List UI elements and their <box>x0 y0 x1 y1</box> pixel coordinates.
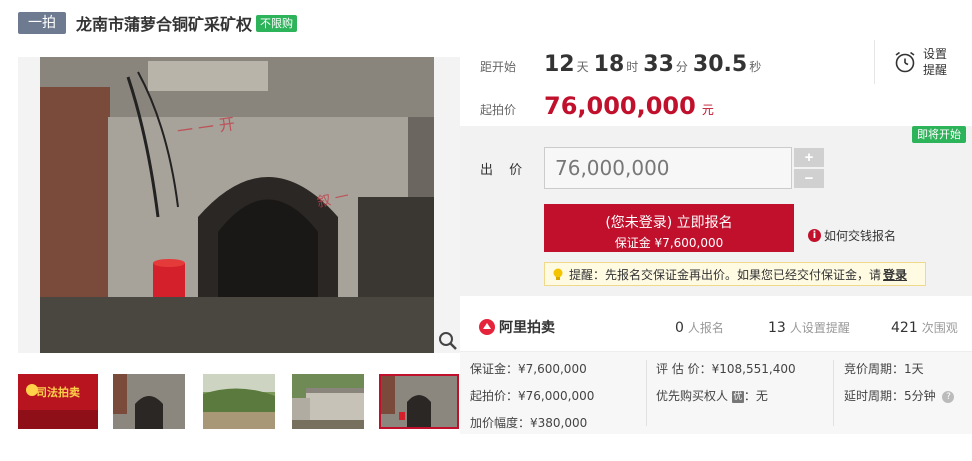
thumbnail-judicial-auction[interactable]: 司法拍卖 <box>18 374 98 429</box>
bid-period-info: 竞价周期：1天 <box>844 362 924 376</box>
countdown-hours-unit: 时 <box>626 60 639 74</box>
signup-main-label: (您未登录) 立即报名 <box>605 214 733 231</box>
title-row: 一拍 龙南市蒲萝合铜矿采矿权 不限购 <box>18 12 298 34</box>
alarm-clock-icon <box>895 51 915 73</box>
delay-period-info: 延时周期：5分钟 ? <box>844 387 955 404</box>
info-divider <box>833 360 834 426</box>
reminder-label: 设置 提醒 <box>923 46 947 78</box>
countdown-label: 距开始 <box>480 60 517 74</box>
signup-deposit-label: 保证金 ¥7,600,000 <box>614 235 724 250</box>
view-count-stat: 421 次围观 <box>891 319 958 336</box>
countdown-minutes: 33 <box>643 52 674 77</box>
status-badge: 即将开始 <box>912 126 966 143</box>
mine-tunnel-image: 一 一 开 叙 一 <box>18 57 460 353</box>
remind-count-label: 人设置提醒 <box>789 321 850 335</box>
deposit-tip: 提醒：先报名交保证金再出价。如果您已经交付保证金，请 登录 <box>544 262 926 286</box>
zoom-icon[interactable] <box>437 330 459 352</box>
reminder-line-2: 提醒 <box>923 63 948 77</box>
remind-count: 13 <box>768 320 786 336</box>
signup-button[interactable]: (您未登录) 立即报名 保证金 ¥7,600,000 <box>544 204 794 252</box>
increment-info: 加价幅度：¥380,000 <box>470 416 588 430</box>
priority-buyer-info: 优先购买权人 优：无 <box>656 387 768 404</box>
building-photo-icon <box>292 374 364 429</box>
tip-text: 提醒：先报名交保证金再出价。如果您已经交付保证金，请 <box>569 267 882 282</box>
hillside-photo-icon <box>203 374 275 429</box>
countdown-days-unit: 天 <box>576 60 589 74</box>
help-icon[interactable]: ? <box>942 390 955 403</box>
thumbnail-strip: 司法拍卖 <box>18 374 460 430</box>
priority-buyer-value: ：无 <box>743 389 768 403</box>
view-count-label: 次围观 <box>921 321 958 335</box>
signup-count-stat: 0 人报名 <box>675 319 724 336</box>
view-count: 421 <box>891 320 918 336</box>
unlimited-tag: 不限购 <box>256 14 298 32</box>
thumbnail-building[interactable] <box>292 374 372 429</box>
start-price-info: 起拍价：¥76,000,000 <box>470 389 595 403</box>
thumbnail-hillside[interactable] <box>203 374 283 429</box>
tunnel-selected-photo-icon <box>381 376 457 427</box>
ali-auction-brand: 阿里拍卖 <box>478 317 555 337</box>
ali-auction-logo-icon <box>479 319 495 335</box>
countdown-days: 12 <box>544 52 575 77</box>
countdown-minutes-unit: 分 <box>675 60 688 74</box>
thumbnail-tunnel-1[interactable] <box>113 374 193 429</box>
reminder-line-1: 设置 <box>923 47 948 61</box>
start-price-unit: 元 <box>701 103 714 117</box>
page-title: 龙南市蒲萝合铜矿采矿权 <box>76 15 253 34</box>
start-price-value: 76,000,000 <box>544 92 696 120</box>
how-to-pay-label: 如何交钱报名 <box>824 229 897 243</box>
bid-label: 出 价 <box>480 163 529 178</box>
set-reminder-button[interactable]: 设置 提醒 <box>874 40 972 84</box>
brand-name: 阿里拍卖 <box>499 320 555 336</box>
login-link[interactable]: 登录 <box>883 266 907 283</box>
judicial-auction-banner <box>18 374 98 429</box>
auction-info: 保证金：¥7,600,000 起拍价：¥76,000,000 加价幅度：¥380… <box>460 352 972 434</box>
delay-period-text: 延时周期：5分钟 <box>844 389 936 403</box>
thumbnail-label: 司法拍卖 <box>36 386 80 399</box>
start-price-label: 起拍价 <box>480 103 517 117</box>
priority-icon: 优 <box>731 390 744 403</box>
signup-count-label: 人报名 <box>687 321 724 335</box>
bid-box: 即将开始 出 价 + − (您未登录) 立即报名 保证金 ¥7,600,000 … <box>460 126 972 296</box>
increase-bid-button[interactable]: + <box>794 148 824 167</box>
appraisal-info: 评 估 价：¥108,551,400 <box>656 362 796 376</box>
tunnel-photo-icon <box>113 374 185 429</box>
decrease-bid-button[interactable]: − <box>794 169 824 188</box>
round-tag: 一拍 <box>18 12 66 34</box>
bid-amount-input[interactable] <box>544 147 792 189</box>
countdown-seconds-unit: 秒 <box>749 60 762 74</box>
main-photo[interactable]: 一 一 开 叙 一 <box>18 57 460 353</box>
how-to-pay-link[interactable]: i 如何交钱报名 <box>808 227 896 244</box>
countdown: 距开始 12 天 18 时 33 分 30.5 秒 <box>480 52 766 77</box>
lightbulb-icon <box>553 268 563 280</box>
deposit-info: 保证金：¥7,600,000 <box>470 362 587 376</box>
remind-count-stat: 13 人设置提醒 <box>768 319 850 336</box>
start-price-row: 起拍价 76,000,000 元 <box>480 92 714 120</box>
countdown-seconds: 30.5 <box>692 52 748 77</box>
info-divider <box>646 360 647 426</box>
signup-count: 0 <box>675 320 684 336</box>
info-icon: i <box>808 229 821 242</box>
priority-buyer-label: 优先购买权人 <box>656 389 729 403</box>
thumbnail-tunnel-selected[interactable] <box>379 374 459 429</box>
stats-bar: 阿里拍卖 0 人报名 13 人设置提醒 421 次围观 <box>460 296 972 352</box>
countdown-hours: 18 <box>593 52 625 77</box>
